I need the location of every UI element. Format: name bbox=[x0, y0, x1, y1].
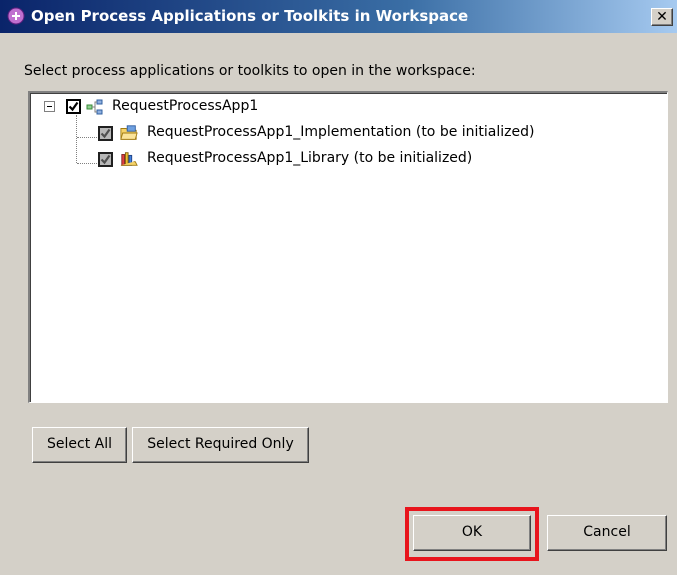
implementation-checkbox[interactable] bbox=[98, 126, 113, 141]
checkmark-icon bbox=[100, 128, 111, 139]
tree-connector bbox=[77, 137, 99, 138]
tree-view[interactable]: RequestProcessApp1 RequestProcessApp1_Im… bbox=[28, 91, 668, 403]
library-icon bbox=[120, 152, 138, 166]
instruction-text: Select process applications or toolkits … bbox=[24, 63, 476, 79]
process-app-icon bbox=[7, 7, 25, 25]
library-checkbox[interactable] bbox=[98, 152, 113, 167]
close-button[interactable]: ✕ bbox=[651, 8, 673, 26]
process-app-tree-icon bbox=[86, 99, 103, 115]
implementation-folder-icon bbox=[120, 125, 138, 140]
tree-connector bbox=[77, 163, 99, 164]
close-icon: ✕ bbox=[656, 9, 668, 25]
checkmark-icon bbox=[68, 101, 79, 112]
tree-child-label[interactable]: RequestProcessApp1_Library (to be initia… bbox=[147, 150, 472, 166]
cancel-button[interactable]: Cancel bbox=[547, 515, 667, 551]
select-required-only-button[interactable]: Select Required Only bbox=[132, 427, 309, 463]
tree-root-label[interactable]: RequestProcessApp1 bbox=[112, 98, 258, 114]
tree-connector bbox=[76, 115, 77, 163]
tree-child-label[interactable]: RequestProcessApp1_Implementation (to be… bbox=[147, 124, 534, 140]
title-bar: Open Process Applications or Toolkits in… bbox=[0, 0, 677, 33]
checkmark-icon bbox=[100, 154, 111, 165]
root-checkbox[interactable] bbox=[66, 99, 81, 114]
select-all-button[interactable]: Select All bbox=[32, 427, 127, 463]
ok-highlight-box bbox=[405, 507, 539, 561]
window-title: Open Process Applications or Toolkits in… bbox=[31, 7, 469, 25]
collapse-icon[interactable] bbox=[44, 101, 55, 112]
